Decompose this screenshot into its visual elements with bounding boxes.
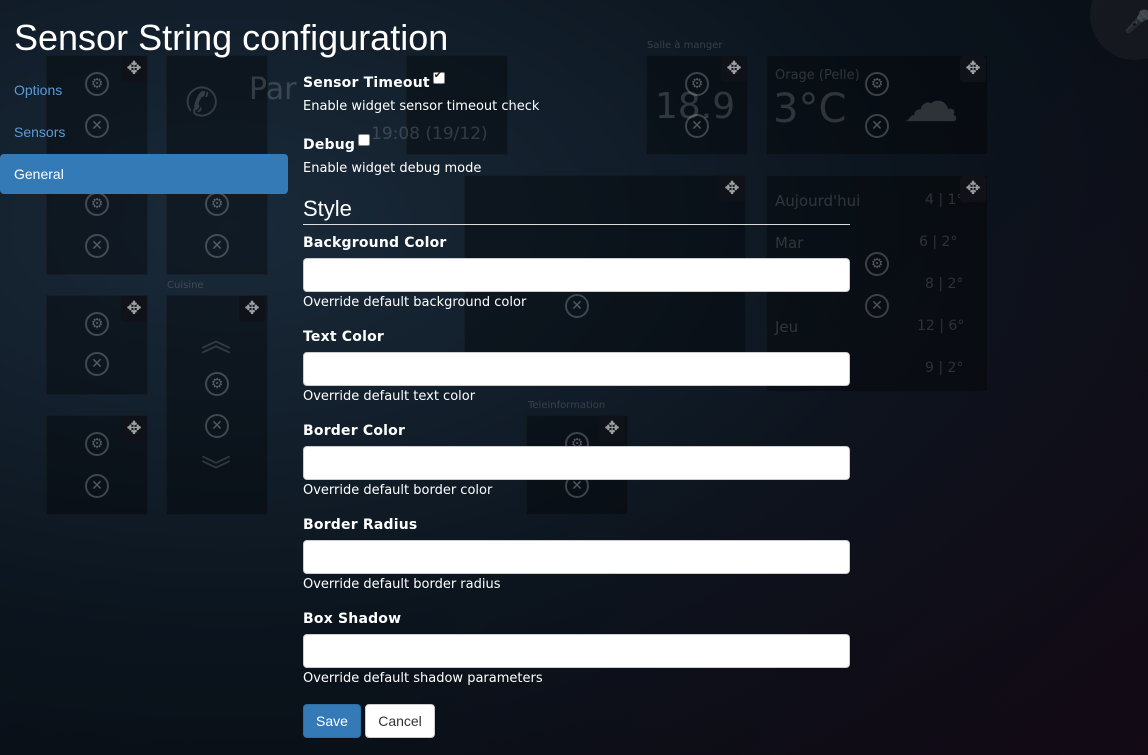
box-shadow-help: Override default shadow parameters xyxy=(303,671,543,686)
sensor-timeout-checkbox[interactable] xyxy=(432,70,445,84)
box-shadow-label: Box Shadow xyxy=(303,611,402,627)
border-color-label: Border Color xyxy=(303,423,406,439)
weather-city: Orage (Pelle) xyxy=(775,68,860,83)
move-icon: ✥ xyxy=(121,296,147,322)
microphone-icon: 🎤 xyxy=(1124,10,1148,35)
move-icon: ✥ xyxy=(121,416,147,442)
nav-item-general[interactable]: General xyxy=(0,154,288,194)
close-icon: ✕ xyxy=(85,474,109,498)
text-color-help: Override default text color xyxy=(303,389,476,404)
chevron-down-icon: ︾ xyxy=(201,454,231,489)
close-icon: ✕ xyxy=(565,294,589,318)
forecast-range: 6 | 2° xyxy=(919,234,958,250)
gear-icon: ⚙ xyxy=(85,432,109,456)
move-icon: ✥ xyxy=(960,56,986,82)
close-icon: ✕ xyxy=(865,114,889,138)
bg-label-teleinfo: Teleinformation xyxy=(528,400,606,411)
border-radius-label: Border Radius xyxy=(303,517,418,533)
style-section-heading: Style xyxy=(303,196,850,225)
bg-tile: ⚙ ✕ ✥ xyxy=(46,415,148,515)
move-icon: ✥ xyxy=(599,416,625,442)
nav-item-sensors[interactable]: Sensors xyxy=(0,112,288,152)
background-color-label: Background Color xyxy=(303,235,447,251)
move-icon: ✥ xyxy=(239,296,265,322)
border-radius-help: Override default border radius xyxy=(303,577,501,592)
bg-label-salle: Salle à manger xyxy=(647,40,723,51)
cloud-icon: ☁ xyxy=(903,70,959,135)
page-title: Sensor String configuration xyxy=(14,17,449,58)
forecast-range: 4 | 1° xyxy=(925,192,964,208)
time-value: 19:08 (19/12) xyxy=(371,124,488,144)
border-radius-input[interactable] xyxy=(303,540,850,574)
bg-tile: ︽ ⚙ ✕ ︾ ✥ xyxy=(166,295,268,515)
bg-tile: ⚙ ✕ ✥ xyxy=(46,295,148,395)
debug-help: Enable widget debug mode xyxy=(303,161,482,176)
forecast-range: 12 | 6° xyxy=(917,318,965,334)
save-button[interactable]: Save xyxy=(303,704,361,738)
sensor-timeout-help: Enable widget sensor timeout check xyxy=(303,99,540,114)
close-icon: ✕ xyxy=(685,114,709,138)
microphone-button: 🎤 xyxy=(1090,0,1148,60)
sensor-timeout-label: Sensor Timeout xyxy=(303,75,430,91)
move-icon: ✥ xyxy=(721,56,747,82)
side-nav: Options Sensors General xyxy=(0,70,288,196)
weather-temp: 3°C xyxy=(773,86,847,132)
text-color-input[interactable] xyxy=(303,352,850,386)
forecast-day: Mar xyxy=(775,234,804,252)
close-icon: ✕ xyxy=(205,234,229,258)
forecast-day: Jeu xyxy=(775,318,799,336)
move-icon: ✥ xyxy=(960,176,986,202)
gear-icon: ⚙ xyxy=(205,372,229,396)
bg-tile: Orage (Pelle) 3°C ☁ ⚙ ✕ ✥ xyxy=(766,55,988,155)
close-icon: ✕ xyxy=(205,414,229,438)
bg-label-cuisine: Cuisine xyxy=(167,280,204,291)
gear-icon: ⚙ xyxy=(685,72,709,96)
cancel-button[interactable]: Cancel xyxy=(365,704,435,738)
close-icon: ✕ xyxy=(85,352,109,376)
background-color-input[interactable] xyxy=(303,258,850,292)
box-shadow-input[interactable] xyxy=(303,634,850,668)
bg-tile: 18.9 ⚙ ✕ ✥ xyxy=(646,55,748,155)
border-color-help: Override default border color xyxy=(303,483,493,498)
debug-checkbox[interactable] xyxy=(358,134,371,146)
close-icon: ✕ xyxy=(85,234,109,258)
debug-label: Debug xyxy=(303,137,356,153)
chevron-up-icon: ︽ xyxy=(201,324,231,359)
gear-icon: ⚙ xyxy=(865,252,889,276)
gear-icon: ⚙ xyxy=(85,312,109,336)
text-color-label: Text Color xyxy=(303,329,384,345)
gear-icon: ⚙ xyxy=(865,72,889,96)
border-color-input[interactable] xyxy=(303,446,850,480)
nav-item-options[interactable]: Options xyxy=(0,70,288,110)
forecast-range: 8 | 2° xyxy=(925,276,964,292)
background-color-help: Override default background color xyxy=(303,295,527,310)
forecast-range: 9 | 2° xyxy=(925,360,964,376)
temperature-value: 18.9 xyxy=(655,86,736,127)
close-icon: ✕ xyxy=(865,294,889,318)
